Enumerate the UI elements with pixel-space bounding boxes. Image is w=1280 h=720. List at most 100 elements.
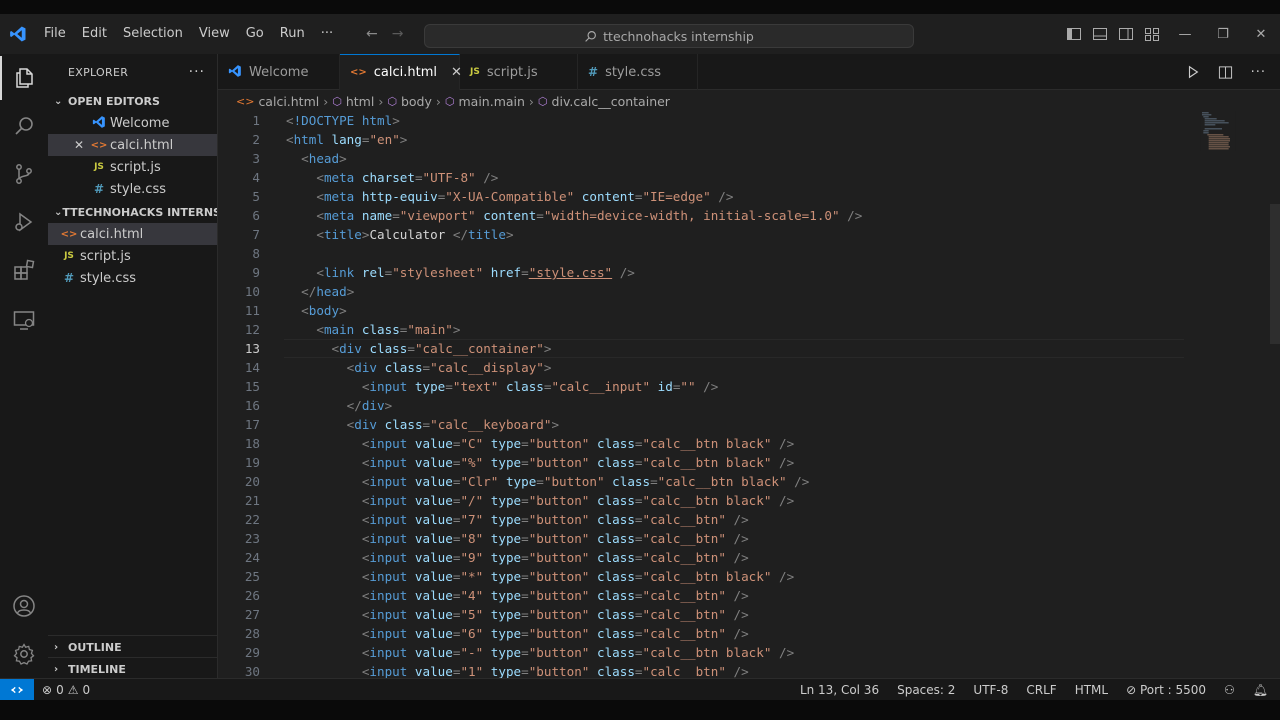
breadcrumb-item[interactable]: html [346,94,374,109]
breadcrumb-item[interactable]: body [401,94,432,109]
close-icon[interactable]: ✕ [74,138,90,152]
code-line[interactable]: 11 <body> [218,301,1188,320]
cursor-position[interactable]: Ln 13, Col 36 [800,683,879,697]
code-line[interactable]: 29 <input value="-" type="button" class=… [218,643,1188,662]
code-line[interactable]: 2 <html lang="en"> [218,130,1188,149]
menu-file[interactable]: File [36,14,74,54]
open-editor-calci-html[interactable]: ✕ <> calci.html [48,134,217,156]
code-line[interactable]: 23 <input value="8" type="button" class=… [218,529,1188,548]
manage-gear-icon[interactable] [0,632,48,676]
code-line[interactable]: 18 <input value="C" type="button" class=… [218,434,1188,453]
accounts-icon[interactable] [0,584,48,628]
menu-go[interactable]: Go [238,14,272,54]
code-line[interactable]: 22 <input value="7" type="button" class=… [218,510,1188,529]
code-line[interactable]: 16 </div> [218,396,1188,415]
breadcrumb-file[interactable]: calci.html [258,94,319,109]
indentation[interactable]: Spaces: 2 [897,683,955,697]
live-server-port[interactable]: ⊘ Port : 5500 [1126,683,1206,697]
folder-section[interactable]: ⌄ TTECHNOHACKS INTERNS... [48,201,217,223]
timeline-section[interactable]: › TIMELINE [48,657,218,680]
code-line[interactable]: 5 <meta http-equiv="X-UA-Compatible" con… [218,187,1188,206]
code-line[interactable]: 25 <input value="*" type="button" class=… [218,567,1188,586]
code-line[interactable]: 1 <!DOCTYPE html> [218,111,1188,130]
remote-indicator-icon[interactable] [0,678,34,701]
breadcrumb-item[interactable]: div.calc__container [552,94,670,109]
line-number: 26 [244,588,260,603]
code-line[interactable]: 17 <div class="calc__keyboard"> [218,415,1188,434]
open-editor-welcome[interactable]: Welcome [48,112,217,134]
line-number: 20 [244,474,260,489]
code-line[interactable]: 15 <input type="text" class="calc__input… [218,377,1188,396]
toggle-panel-icon[interactable] [1092,26,1108,42]
tab-script-js[interactable]: JS script.js [460,54,578,90]
problems-indicator[interactable]: ⊗ 0 ⚠ 0 [42,683,90,697]
minimize-icon[interactable]: — [1166,27,1204,42]
code-line[interactable]: 26 <input value="4" type="button" class=… [218,586,1188,605]
code-line[interactable]: 14 <div class="calc__display"> [218,358,1188,377]
file-script-js[interactable]: JS script.js [48,245,217,267]
code-line[interactable]: 27 <input value="5" type="button" class=… [218,605,1188,624]
remote-explorer-icon[interactable] [0,298,48,342]
command-center-search[interactable]: ttechnohacks internship [424,24,914,48]
search-sidebar-icon[interactable] [0,104,48,148]
toggle-secondary-sidebar-icon[interactable] [1118,26,1134,42]
feedback-icon[interactable]: ⚇ [1224,683,1235,697]
restore-icon[interactable]: ❐ [1204,27,1242,42]
source-control-icon[interactable] [0,152,48,196]
line-text: <input value="8" type="button" class="ca… [361,531,749,546]
code-line[interactable]: 8 [218,244,1188,263]
code-line[interactable]: 20 <input value="Clr" type="button" clas… [218,472,1188,491]
code-line[interactable]: 9 <link rel="stylesheet" href="style.css… [218,263,1188,282]
tab-welcome[interactable]: Welcome [218,54,340,90]
split-editor-icon[interactable] [1218,65,1233,80]
tab-calci-html[interactable]: <> calci.html ✕ [340,54,462,90]
menu-view[interactable]: View [191,14,238,54]
chevron-right-icon: › [435,93,441,109]
element-icon: ⬡ [332,94,342,108]
toggle-primary-sidebar-icon[interactable] [1066,26,1082,42]
menu-edit[interactable]: Edit [74,14,115,54]
code-line[interactable]: 24 <input value="9" type="button" class=… [218,548,1188,567]
notifications-bell-icon[interactable]: 🔔︎ [1253,683,1268,697]
code-line[interactable]: 10 </head> [218,282,1188,301]
open-editor-style-css[interactable]: # style.css [48,178,217,200]
code-line[interactable]: 13 <div class="calc__container"> [218,339,1188,358]
customize-layout-icon[interactable] [1144,26,1160,42]
vertical-scrollbar[interactable] [1270,204,1280,344]
code-line[interactable]: 12 <main class="main"> [218,320,1188,339]
back-arrow-icon[interactable]: ← [366,26,378,42]
open-editor-script-js[interactable]: JS script.js [48,156,217,178]
minimap[interactable] [1192,111,1244,151]
close-window-icon[interactable]: ✕ [1242,27,1280,42]
outline-section[interactable]: › OUTLINE [48,635,218,658]
tab-style-css[interactable]: # style.css [578,54,698,90]
code-line[interactable]: 21 <input value="/" type="button" class=… [218,491,1188,510]
menu-more[interactable]: ··· [313,14,341,54]
code-line[interactable]: 4 <meta charset="UTF-8" /> [218,168,1188,187]
code-line[interactable]: 3 <head> [218,149,1188,168]
code-editor[interactable]: 1 <!DOCTYPE html> 2 <html lang="en"> 3 <head… [218,111,1280,679]
run-icon[interactable] [1186,65,1200,79]
language-mode[interactable]: HTML [1075,683,1108,697]
extensions-icon[interactable] [0,248,48,292]
menu-selection[interactable]: Selection [115,14,191,54]
file-style-css[interactable]: # style.css [48,267,217,289]
code-line[interactable]: 28 <input value="6" type="button" class=… [218,624,1188,643]
breadcrumb-item[interactable]: main.main [458,94,524,109]
open-editors-section[interactable]: ⌄ OPEN EDITORS [48,90,217,112]
forward-arrow-icon[interactable]: → [392,26,404,42]
code-line[interactable]: 7 <title>Calculator </title> [218,225,1188,244]
line-text: <input value="6" type="button" class="ca… [361,626,749,641]
encoding[interactable]: UTF-8 [973,683,1008,697]
more-actions-icon[interactable]: ··· [1251,65,1266,80]
line-ending[interactable]: CRLF [1026,683,1056,697]
menu-run[interactable]: Run [272,14,313,54]
code-line[interactable]: 6 <meta name="viewport" content="width=d… [218,206,1188,225]
explorer-more-icon[interactable]: ··· [189,64,205,80]
explorer-icon[interactable] [0,56,48,100]
line-number: 17 [244,417,260,432]
line-text: <meta name="viewport" content="width=dev… [316,208,863,223]
run-debug-icon[interactable] [0,200,48,244]
code-line[interactable]: 19 <input value="%" type="button" class=… [218,453,1188,472]
file-calci-html[interactable]: <> calci.html [48,223,217,245]
